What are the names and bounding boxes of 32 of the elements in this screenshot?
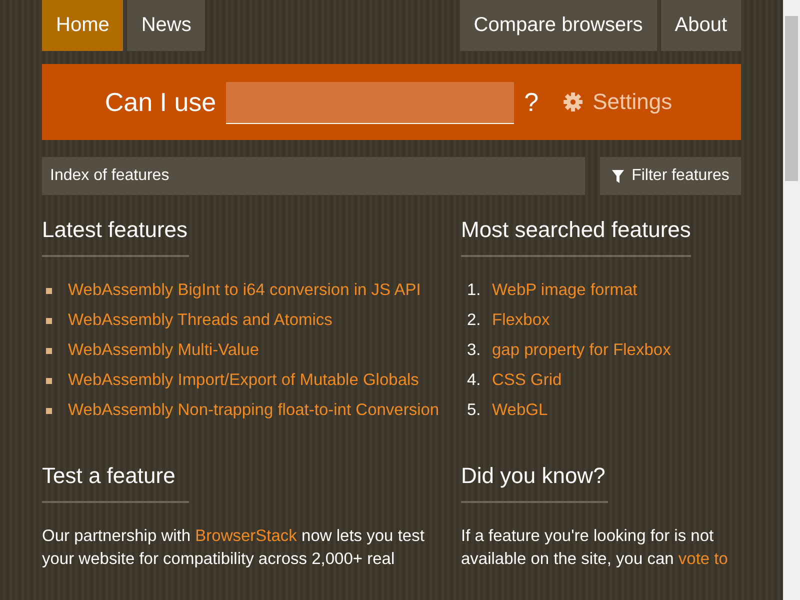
search-prefix: Can I use <box>104 86 216 118</box>
list-number: 3. <box>467 340 482 361</box>
index-link[interactable]: Index of features <box>42 157 585 195</box>
list-number: 1. <box>467 280 482 301</box>
section-heading: Most searched features <box>461 217 691 257</box>
paragraph: If a feature you're looking for is not available on the site, you can vote to <box>461 526 729 570</box>
feature-link[interactable]: WebAssembly Import/Export of Mutable Globals <box>68 369 419 392</box>
paragraph: Our partnership with BrowserStack now lets you test your website for compatibility across 2,000+ real <box>42 526 426 570</box>
list-number: 5. <box>467 400 482 421</box>
feature-link[interactable]: WebAssembly Non-trapping float-to-int Conversion <box>68 399 440 422</box>
link[interactable]: BrowserStack <box>195 527 297 545</box>
feature-link[interactable]: gap property for Flexbox <box>492 339 671 362</box>
feature-link[interactable]: WebAssembly BigInt to i64 conversion in JS API <box>68 279 421 302</box>
feature-link[interactable]: WebGL <box>492 399 548 422</box>
feature-link[interactable]: WebAssembly Threads and Atomics <box>68 309 332 332</box>
section-heading: Latest features <box>42 217 189 257</box>
feature-link[interactable]: Flexbox <box>492 309 550 332</box>
nav-tab[interactable]: News <box>127 0 206 51</box>
list-number: 2. <box>467 310 482 331</box>
nav-tab[interactable]: Home <box>42 0 124 51</box>
feature-link[interactable]: WebAssembly Multi-Value <box>68 339 260 362</box>
search-suffix: ? <box>524 86 539 118</box>
nav-tab[interactable]: About <box>660 0 741 51</box>
filter-button[interactable]: Filter features <box>600 157 741 195</box>
settings-button[interactable]: Settings <box>556 88 678 116</box>
feature-link[interactable]: CSS Grid <box>492 369 562 392</box>
section-heading: Did you know? <box>461 463 608 503</box>
nav-tab[interactable]: Compare browsers <box>460 0 657 51</box>
section-heading: Test a feature <box>42 463 189 503</box>
link[interactable]: vote to <box>678 550 728 568</box>
list-number: 4. <box>467 370 482 391</box>
feature-link[interactable]: WebP image format <box>492 279 638 302</box>
